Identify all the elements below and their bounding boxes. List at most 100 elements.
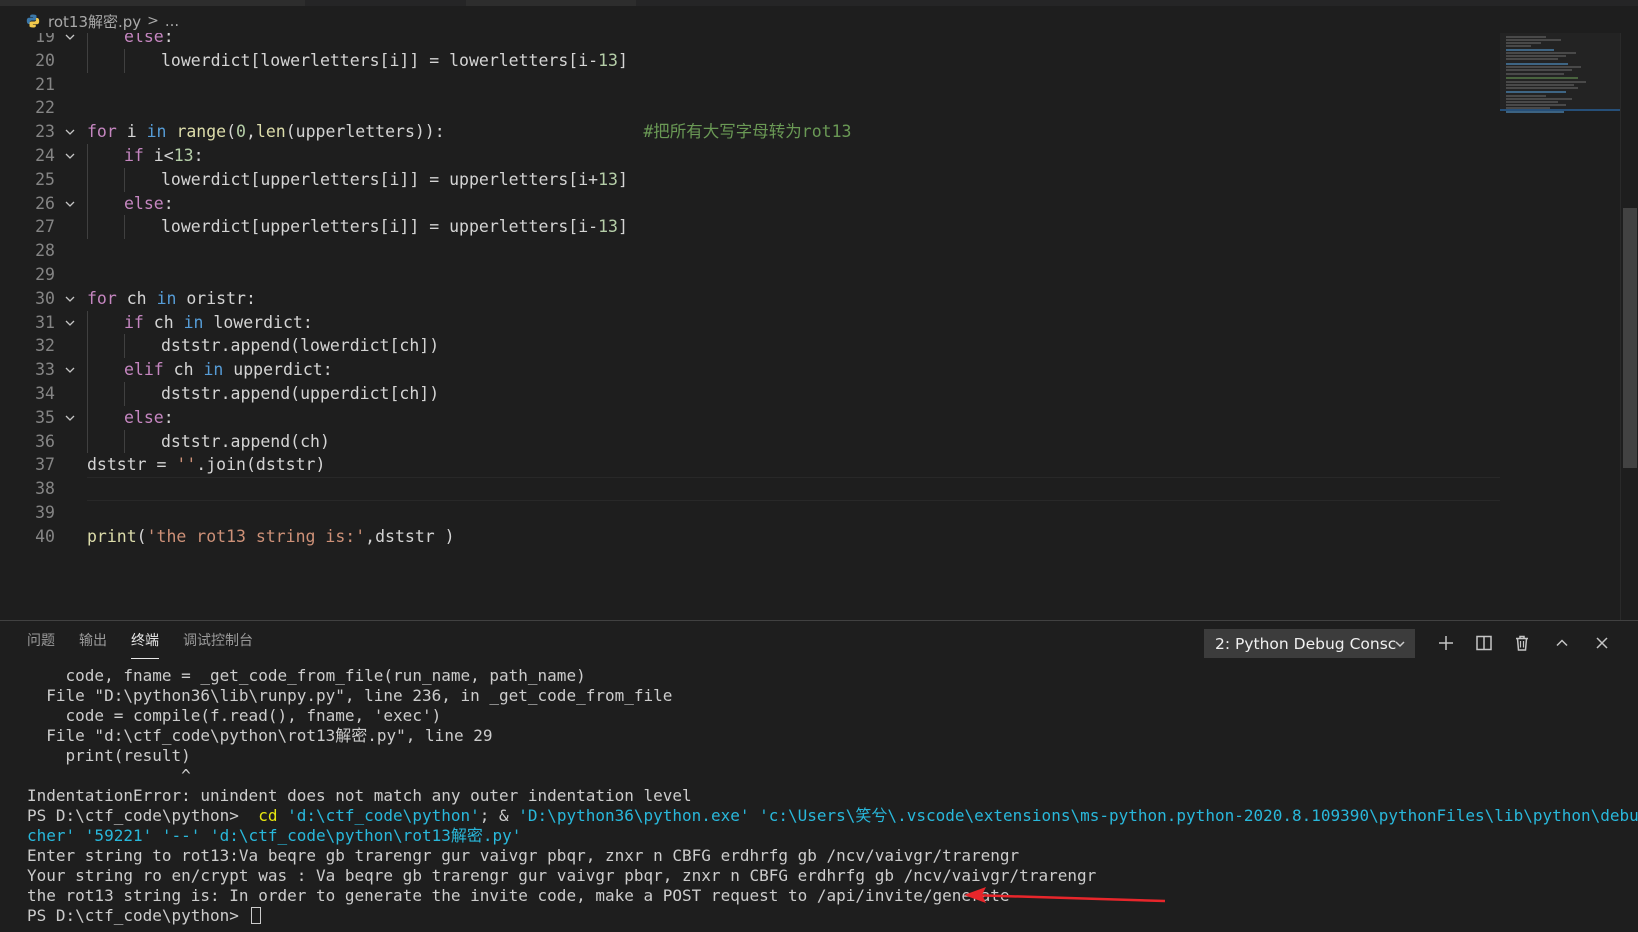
code-token: print bbox=[87, 526, 137, 546]
code-line[interactable]: 35 else: bbox=[0, 405, 1500, 430]
indent-guide bbox=[87, 358, 88, 382]
code-line[interactable]: 29 bbox=[0, 263, 1500, 287]
code-token: for bbox=[87, 288, 117, 308]
minimap-line bbox=[1506, 107, 1550, 109]
code-text: dststr.append(upperdict[ch]) bbox=[161, 382, 439, 406]
code-token: oristr: bbox=[176, 288, 256, 308]
code-token: 0 bbox=[236, 122, 246, 142]
code-token: ch bbox=[116, 288, 157, 308]
prompt: PS D:\ctf_code\python> bbox=[27, 906, 249, 925]
code-token: range bbox=[176, 122, 227, 142]
prompt: PS D:\ctf_code\python> bbox=[27, 806, 259, 825]
minimap-line bbox=[1506, 73, 1564, 75]
cmd-exe: 'D:\python36\python.exe' bbox=[518, 806, 750, 825]
code-line[interactable]: 37 dststr = ''.join(dststr) bbox=[0, 453, 1500, 477]
tab-debug-console[interactable]: 调试控制台 bbox=[183, 621, 253, 661]
breadcrumb-file[interactable]: rot13解密.py bbox=[48, 11, 141, 32]
code-line[interactable]: 20 lowerdict[lowerletters[i]] = lowerlett… bbox=[0, 48, 1500, 73]
line-number: 24 bbox=[35, 146, 55, 165]
code-text: if i<13: bbox=[124, 144, 204, 168]
code-line[interactable]: 38 bbox=[0, 477, 1500, 501]
code-line[interactable]: 19 else: bbox=[0, 33, 1500, 49]
close-icon[interactable] bbox=[1590, 631, 1614, 655]
minimap-line bbox=[1506, 95, 1546, 97]
code-token: else bbox=[124, 407, 164, 427]
line-number: 20 bbox=[35, 50, 55, 70]
code-token: dststr.append(upperdict[ch]) bbox=[161, 384, 440, 403]
code-line[interactable]: 24 if i<13: bbox=[0, 144, 1500, 168]
code-line[interactable]: 27 lowerdict[upperletters[i]] = upperlett… bbox=[0, 215, 1500, 240]
indent-guide bbox=[87, 144, 88, 168]
code-token: dststr.append(lowerdict[ch]) bbox=[161, 336, 440, 356]
plus-icon[interactable] bbox=[1434, 631, 1458, 655]
minimap-line bbox=[1506, 84, 1574, 86]
code-token: : bbox=[163, 193, 174, 213]
code-token: in bbox=[156, 288, 177, 308]
code-token: : bbox=[163, 407, 174, 427]
code-token: len bbox=[255, 122, 286, 142]
code-token: else bbox=[124, 193, 164, 213]
terminal-line: code, fname = _get_code_from_file(run_na… bbox=[27, 666, 586, 685]
minimap[interactable] bbox=[1500, 33, 1620, 620]
line-number: 38 bbox=[35, 479, 55, 499]
scrollbar-thumb[interactable] bbox=[1623, 208, 1637, 468]
code-line[interactable]: 23 for i in range(0,len(upperletters)): #… bbox=[0, 120, 1500, 144]
tab-output[interactable]: 输出 bbox=[79, 621, 107, 661]
code-line[interactable]: 39 bbox=[0, 501, 1500, 525]
code-token: 13 bbox=[173, 146, 194, 165]
code-token: if bbox=[124, 312, 144, 332]
minimap-line bbox=[1506, 69, 1572, 71]
code-token: 'the rot13 string is:' bbox=[146, 526, 366, 546]
code-editor[interactable]: 19 else: 20 lowerdict[lowerletters[i]] = lo… bbox=[0, 33, 1500, 620]
code-line[interactable]: 40 print('the rot13 string is:',dststr ) bbox=[0, 525, 1500, 549]
minimap-line bbox=[1506, 77, 1578, 79]
terminal-line: File "D:\python36\lib\runpy.py", line 23… bbox=[27, 686, 673, 705]
terminal-line: ^ bbox=[27, 766, 191, 785]
line-number: 22 bbox=[35, 98, 55, 118]
trash-icon[interactable] bbox=[1510, 631, 1534, 655]
minimap-line bbox=[1506, 58, 1558, 60]
code-line[interactable]: 31 if ch in lowerdict: bbox=[0, 310, 1500, 335]
minimap-line bbox=[1506, 87, 1578, 89]
code-token: lowerdict[upperletters[i]] = upperletter… bbox=[161, 169, 599, 189]
cmd-args: 'c:\Users\笑兮\.vscode\extensions\ms-pytho… bbox=[749, 806, 1638, 825]
chevron-up-icon[interactable] bbox=[1550, 631, 1574, 655]
tab-problems[interactable]: 问题 bbox=[27, 621, 55, 661]
code-line[interactable]: 30 for ch in oristr: bbox=[0, 287, 1500, 311]
breadcrumb-separator: > bbox=[147, 13, 159, 29]
terminal-cursor bbox=[250, 907, 261, 924]
breadcrumb-more[interactable]: ... bbox=[165, 12, 179, 30]
code-token: lowerdict: bbox=[203, 312, 313, 332]
code-line[interactable]: 26 else: bbox=[0, 191, 1500, 216]
indent-guide bbox=[87, 429, 88, 454]
code-line[interactable]: 33 elif ch in upperdict: bbox=[0, 358, 1500, 382]
code-token: #把所有大写字母转为rot13 bbox=[643, 122, 852, 142]
code-line[interactable]: 21 bbox=[0, 73, 1500, 97]
code-line[interactable]: 32 dststr.append(lowerdict[ch]) bbox=[0, 334, 1500, 359]
bottom-panel: 问题 输出 终端 调试控制台 2: Python Debug Consc cod… bbox=[0, 620, 1638, 932]
indent-guide bbox=[124, 382, 125, 406]
code-token: upperdict: bbox=[223, 360, 333, 380]
code-line[interactable]: 28 bbox=[0, 239, 1500, 263]
terminal-output[interactable]: code, fname = _get_code_from_file(run_na… bbox=[27, 666, 1638, 926]
terminal-select[interactable]: 2: Python Debug Consc bbox=[1204, 629, 1415, 658]
indent-guide bbox=[87, 48, 88, 73]
code-token: ( bbox=[136, 526, 147, 546]
line-number: 21 bbox=[35, 74, 55, 94]
split-icon[interactable] bbox=[1472, 631, 1496, 655]
line-number: 40 bbox=[35, 526, 55, 546]
code-token: i bbox=[116, 122, 147, 142]
code-line[interactable]: 34 dststr.append(upperdict[ch]) bbox=[0, 382, 1500, 406]
code-token: .join(dststr) bbox=[196, 455, 326, 475]
code-line[interactable]: 22 bbox=[0, 96, 1500, 120]
code-text: print('the rot13 string is:',dststr ) bbox=[87, 525, 455, 549]
code-token: lowerdict[lowerletters[i]] = lowerletter… bbox=[161, 50, 599, 70]
code-token: '' bbox=[176, 455, 197, 475]
final-prompt-line[interactable]: PS D:\ctf_code\python> bbox=[27, 906, 1627, 926]
tab-terminal[interactable]: 终端 bbox=[131, 621, 159, 661]
code-line[interactable]: 36 dststr.append(ch) bbox=[0, 429, 1500, 454]
editor-scrollbar[interactable] bbox=[1620, 33, 1638, 620]
code-token: 13 bbox=[598, 50, 618, 70]
code-line[interactable]: 25 lowerdict[upperletters[i]] = upperlett… bbox=[0, 167, 1500, 192]
